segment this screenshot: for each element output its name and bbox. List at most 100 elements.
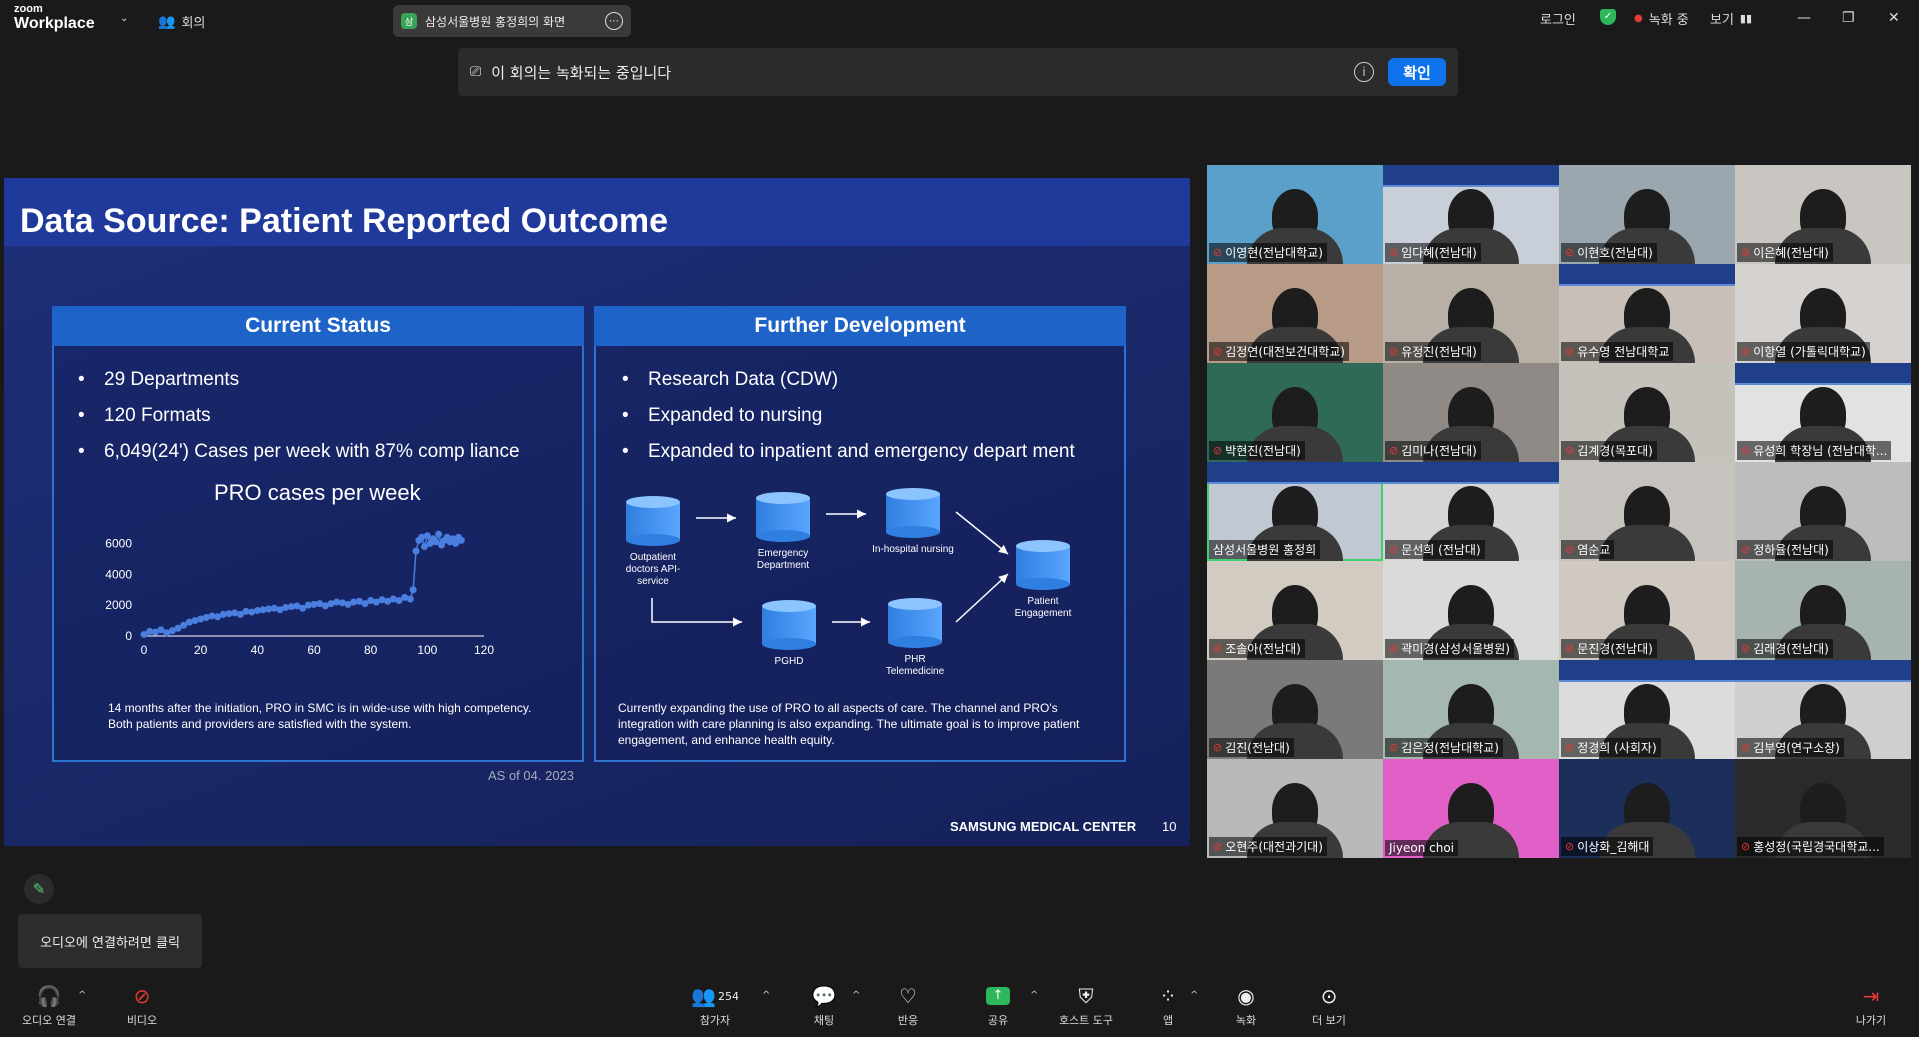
mic-muted-icon: ⊘	[1741, 543, 1751, 556]
confirm-button[interactable]: 확인	[1388, 58, 1446, 86]
recording-label: 녹화 중	[1648, 13, 1689, 28]
participant-tile[interactable]: ⊘ 유성희 학장님 (전남대학...	[1735, 363, 1911, 462]
participant-tile[interactable]: ⊘ 박현진(전남대)	[1207, 363, 1383, 462]
virtual-background-banner	[1559, 264, 1735, 286]
participant-name-label: ⊘ 문진경(전남대)	[1561, 639, 1657, 658]
participants-caret[interactable]: ^	[762, 990, 770, 1001]
participant-tile[interactable]: Jiyeon choi	[1383, 759, 1559, 858]
participant-name-label: ⊘ 김정연(대전보건대학교)	[1209, 342, 1349, 361]
apps-caret[interactable]: ^	[1190, 990, 1198, 1001]
participant-name-label: ⊘ 김진(전남대)	[1209, 738, 1294, 757]
x-tick-label: 0	[141, 643, 148, 657]
participant-tile[interactable]: ⊘ 김미나(전남대)	[1383, 363, 1559, 462]
participant-tile[interactable]: ⊘ 문진경(전남대)	[1559, 561, 1735, 660]
participant-tile[interactable]: ⊘ 이은혜(전남대)	[1735, 165, 1911, 264]
participant-tile[interactable]: ⊘ 김진(전남대)	[1207, 660, 1383, 759]
participant-tile[interactable]: ⊘ 유수영 전남대학교	[1559, 264, 1735, 363]
mic-muted-icon: ⊘	[1213, 642, 1223, 655]
participant-tile[interactable]: ⊘ 임다혜(전남대)	[1383, 165, 1559, 264]
participant-tile[interactable]: 삼성서울병원 홍정희	[1207, 462, 1383, 561]
video-button[interactable]: ⊘ 비디오	[118, 982, 166, 1028]
mic-muted-icon: ⊘	[1213, 741, 1223, 754]
participant-name-label: ⊘ 정경희 (사회자)	[1561, 738, 1661, 757]
participant-tile[interactable]: ⊘ 김부영(연구소장)	[1735, 660, 1911, 759]
participant-tile[interactable]: ⊘ 김정연(대전보건대학교)	[1207, 264, 1383, 363]
more-icon[interactable]: ⋯	[605, 12, 623, 30]
grid-view-icon: ▮▮	[1739, 12, 1753, 25]
virtual-background-banner	[1207, 462, 1383, 484]
data-point	[435, 530, 443, 538]
bullet-item: 120 Formats	[78, 404, 544, 427]
record-button[interactable]: ◉ 녹화	[1222, 982, 1270, 1028]
audio-connect-tooltip[interactable]: 오디오에 연결하려면 클릭	[18, 914, 202, 968]
participant-tile[interactable]: ⊘ 오현주(대전과기대)	[1207, 759, 1383, 858]
participant-tile[interactable]: ⊘ 김은정(전남대학교)	[1383, 660, 1559, 759]
screen-share-indicator[interactable]: 삼 삼성서울병원 홍정희의 화면 ⋯	[393, 5, 631, 37]
participant-tile[interactable]: ⊘ 문선희 (전남대)	[1383, 462, 1559, 561]
audio-connect-button[interactable]: 🎧 오디오 연결	[14, 982, 84, 1028]
participant-tile[interactable]: ⊘ 이현호(전남대)	[1559, 165, 1735, 264]
participant-tile[interactable]: ⊘ 정하율(전남대)	[1735, 462, 1911, 561]
participant-name-label: ⊘ 이은혜(전남대)	[1737, 243, 1833, 262]
close-button[interactable]: ✕	[1888, 10, 1900, 26]
pencil-icon[interactable]: ✎	[24, 874, 54, 904]
participant-tile[interactable]: ⊘ 조솔아(전남대)	[1207, 561, 1383, 660]
audio-label: 오디오 연결	[21, 1014, 77, 1027]
mic-muted-icon: ⊘	[1389, 543, 1399, 556]
apps-button[interactable]: ⁘ 앱	[1144, 982, 1192, 1028]
participant-name: 유성희 학장님 (전남대학...	[1753, 444, 1888, 458]
mic-muted-icon: ⊘	[1565, 642, 1575, 655]
encryption-status[interactable]: ✓	[1600, 9, 1616, 25]
x-tick-label: 120	[474, 643, 494, 657]
share-button[interactable]: ↑ 공유	[974, 982, 1022, 1028]
participant-tile[interactable]: ⊘ 홍성정(국립경국대학교...	[1735, 759, 1911, 858]
participant-name-label: ⊘ 김계경(목포대)	[1561, 441, 1657, 460]
audio-options-caret[interactable]: ^	[78, 990, 86, 1001]
participant-tile[interactable]: ⊘ 김계경(목포대)	[1559, 363, 1735, 462]
participant-tile[interactable]: ⊘ 정경희 (사회자)	[1559, 660, 1735, 759]
participant-name: 유정진(전남대)	[1401, 345, 1477, 359]
participant-tile[interactable]: ⊘ 이항열 (가톨릭대학교)	[1735, 264, 1911, 363]
chat-caret[interactable]: ^	[852, 990, 860, 1001]
participant-tile[interactable]: ⊘ 곽미경(삼성서울병원)	[1383, 561, 1559, 660]
mic-muted-icon: ⊘	[1213, 840, 1223, 853]
host-tools-label: 호스트 도구	[1058, 1014, 1114, 1027]
view-menu[interactable]: 보기 ▮▮	[1710, 9, 1752, 28]
participant-tile[interactable]: ⊘ 염순교	[1559, 462, 1735, 561]
host-tools-button[interactable]: ⛨ 호스트 도구	[1052, 982, 1120, 1028]
minimize-button[interactable]: —	[1797, 10, 1811, 26]
virtual-background-banner	[1735, 660, 1911, 682]
db-pghd	[762, 600, 816, 650]
participant-tile[interactable]: ⊘ 김래경(전남대)	[1735, 561, 1911, 660]
leave-label: 나가기	[1855, 1014, 1887, 1027]
virtual-background-banner	[1383, 165, 1559, 187]
meeting-menu[interactable]: 👥 회의	[158, 12, 205, 32]
x-tick-label: 80	[364, 643, 378, 657]
participant-tile[interactable]: ⊘ 이영현(전남대학교)	[1207, 165, 1383, 264]
participant-name-label: ⊘ 김미나(전남대)	[1385, 441, 1481, 460]
reactions-button[interactable]: ♡ 반응	[884, 982, 932, 1028]
leave-button[interactable]: ⇥ 나가기	[1846, 982, 1896, 1028]
y-tick-label: 2000	[105, 598, 132, 612]
participant-name: 이현호(전남대)	[1577, 246, 1653, 260]
mic-muted-icon: ⊘	[1389, 741, 1399, 754]
workplace-dropdown[interactable]: ⌄	[120, 13, 128, 24]
participant-tile[interactable]: ⊘ 유정진(전남대)	[1383, 264, 1559, 363]
participant-name-label: ⊘ 이상화_김해대	[1561, 837, 1654, 856]
mic-muted-icon: ⊘	[1213, 345, 1223, 358]
participant-name: 정하율(전남대)	[1753, 543, 1829, 557]
maximize-button[interactable]: ❐	[1842, 10, 1855, 26]
info-icon[interactable]: i	[1354, 62, 1374, 82]
share-caret[interactable]: ^	[1030, 990, 1038, 1001]
zoom-logo: zoom Workplace	[14, 4, 95, 32]
participants-button[interactable]: 👥 254 참가자	[690, 982, 740, 1028]
virtual-background-banner	[1559, 660, 1735, 682]
login-button[interactable]: 로그인	[1540, 9, 1576, 28]
slide-page-number: 10	[1162, 819, 1177, 834]
more-button[interactable]: ⊙ 더 보기	[1302, 982, 1356, 1028]
chat-button[interactable]: 💬 채팅	[800, 982, 848, 1028]
participant-name-label: ⊘ 김부영(연구소장)	[1737, 738, 1844, 757]
mic-muted-icon: ⊘	[1389, 345, 1399, 358]
recording-indicator[interactable]: ● 녹화 중	[1634, 9, 1689, 28]
participant-tile[interactable]: ⊘ 이상화_김해대	[1559, 759, 1735, 858]
